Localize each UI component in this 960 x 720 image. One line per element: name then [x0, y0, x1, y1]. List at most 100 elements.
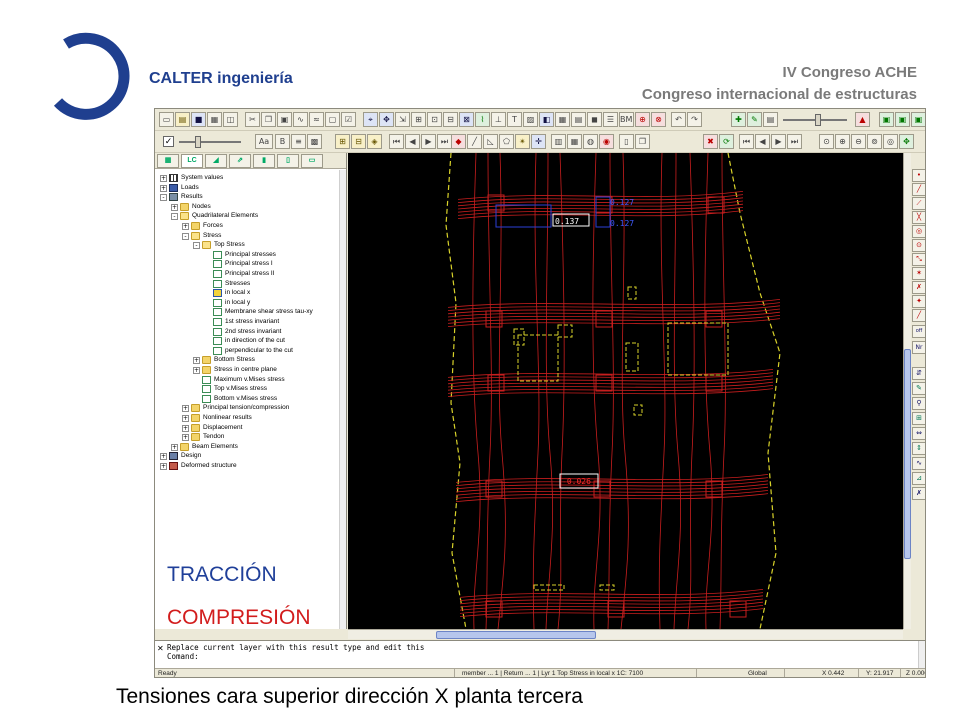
select-area-icon[interactable]: ◺: [483, 134, 498, 149]
slash-tool-icon[interactable]: ╱: [912, 309, 925, 322]
expand-icon[interactable]: +: [182, 405, 189, 413]
tool-color-icon[interactable]: ◧: [539, 112, 554, 127]
zoom-all-icon[interactable]: ⊚: [867, 134, 882, 149]
number-tool-icon[interactable]: Nr: [912, 341, 925, 354]
tool-node-icon[interactable]: ⊡: [427, 112, 442, 127]
last-icon[interactable]: ⏭: [437, 134, 452, 149]
move-tool-icon[interactable]: ⇵: [912, 367, 925, 380]
point-tool-icon[interactable]: •: [912, 169, 925, 182]
shade-icon[interactable]: ▥: [551, 134, 566, 149]
triangle-tool-icon[interactable]: ⊿: [912, 472, 925, 485]
dimension-tool-icon[interactable]: ⤡: [912, 253, 925, 266]
horizontal-scroll-thumb[interactable]: [436, 631, 596, 639]
line-style-icon[interactable]: ≡: [291, 134, 306, 149]
expand-icon[interactable]: +: [182, 415, 189, 422]
expand-icon[interactable]: +: [160, 453, 167, 461]
tool-result-1-icon[interactable]: ⊕: [635, 112, 650, 127]
save-icon[interactable]: ■: [191, 112, 206, 127]
frame-icon[interactable]: ▢: [325, 112, 340, 127]
command-prompt[interactable]: Comand:: [167, 652, 925, 661]
tab-page-icon[interactable]: ▯: [277, 154, 299, 168]
select-node-icon[interactable]: ◆: [451, 134, 466, 149]
wave-tool-icon[interactable]: ∿: [912, 457, 925, 470]
stretch-v-tool-icon[interactable]: ⇕: [912, 442, 925, 455]
tool-pan-icon[interactable]: ✥: [379, 112, 394, 127]
doc-copy-icon[interactable]: ❐: [635, 134, 650, 149]
line-tool-icon[interactable]: ╱: [912, 183, 925, 196]
expand-icon[interactable]: +: [182, 424, 189, 432]
drawing-canvas[interactable]: 0.127 0.137 0.127 -0.026: [348, 153, 903, 629]
prev-icon[interactable]: ◀: [405, 134, 420, 149]
pick-icon[interactable]: ✛: [531, 134, 546, 149]
tool-result-2-icon[interactable]: ⊗: [651, 112, 666, 127]
tool-hatch-icon[interactable]: ▨: [523, 112, 538, 127]
wave-alt-icon[interactable]: ≈: [309, 112, 324, 127]
zoom-in-icon[interactable]: ⊕: [835, 134, 850, 149]
tool-fill-icon[interactable]: ◼: [587, 112, 602, 127]
command-window[interactable]: ✕ Replace current layer with this result…: [155, 640, 925, 669]
expand-icon[interactable]: +: [193, 367, 200, 374]
window-3-icon[interactable]: ▣: [911, 112, 925, 127]
collapse-icon[interactable]: -: [160, 194, 167, 202]
layer-add-icon[interactable]: ✚: [731, 112, 746, 127]
redo-icon[interactable]: ↷: [687, 112, 702, 127]
font-button[interactable]: Aa: [255, 134, 273, 149]
preview-icon[interactable]: ◫: [223, 112, 238, 127]
grid-tool-icon[interactable]: ⊞: [912, 412, 925, 425]
bold-icon[interactable]: B: [275, 134, 290, 149]
tab-folder-icon[interactable]: ▭: [301, 154, 323, 168]
find-tool-icon[interactable]: ⚲: [912, 397, 925, 410]
pan-icon[interactable]: ✥: [899, 134, 914, 149]
nav-prev-icon[interactable]: ◀: [755, 134, 770, 149]
view-top-icon[interactable]: ⊞: [335, 134, 350, 149]
stretch-h-tool-icon[interactable]: ⇔: [912, 427, 925, 440]
layer-list-icon[interactable]: ▤: [763, 112, 778, 127]
star-tool-icon[interactable]: ✶: [912, 267, 925, 280]
select-poly-icon[interactable]: ⬠: [499, 134, 514, 149]
expand-icon[interactable]: +: [182, 223, 189, 230]
close-command-icon[interactable]: ✕: [157, 644, 164, 653]
contour-icon[interactable]: ◍: [583, 134, 598, 149]
print-icon[interactable]: ▦: [207, 112, 222, 127]
frame-check-icon[interactable]: ☑: [341, 112, 356, 127]
tool-spring-icon[interactable]: ⌇: [475, 112, 490, 127]
nav-first-icon[interactable]: ⏮: [739, 134, 754, 149]
window-1-icon[interactable]: ▣: [879, 112, 894, 127]
nav-next-icon[interactable]: ▶: [771, 134, 786, 149]
view-iso-icon[interactable]: ◈: [367, 134, 382, 149]
tab-grid-icon[interactable]: ▦: [157, 154, 179, 168]
snap-off-icon[interactable]: off: [912, 325, 925, 338]
tool-label-icon[interactable]: T: [507, 112, 522, 127]
collapse-icon[interactable]: -: [171, 213, 178, 221]
layer-visible-checkbox[interactable]: ✓: [163, 136, 174, 147]
tab-slope-icon[interactable]: ◢: [205, 154, 227, 168]
delete-icon[interactable]: ✖: [703, 134, 718, 149]
circle-tool-icon[interactable]: ◎: [912, 225, 925, 238]
wave-icon[interactable]: ∿: [293, 112, 308, 127]
open-file-icon[interactable]: ▤: [175, 112, 190, 127]
tab-export-icon[interactable]: ⇗: [229, 154, 251, 168]
copy-icon[interactable]: ❐: [261, 112, 276, 127]
cross-tool-icon[interactable]: ╳: [912, 211, 925, 224]
tree-scrollbar[interactable]: [339, 170, 346, 629]
fill-style-icon[interactable]: ▩: [307, 134, 322, 149]
stress-contour-plot[interactable]: 0.127 0.137 0.127 -0.026: [348, 153, 903, 629]
tool-measure-icon[interactable]: ⇲: [395, 112, 410, 127]
expand-icon[interactable]: +: [160, 175, 167, 182]
canvas-horizontal-scrollbar[interactable]: [348, 629, 903, 639]
tool-support-icon[interactable]: ⊥: [491, 112, 506, 127]
zoom-window-icon[interactable]: ⊙: [819, 134, 834, 149]
cut-icon[interactable]: ✂: [245, 112, 260, 127]
expand-icon[interactable]: +: [160, 463, 167, 470]
ring-tool-icon[interactable]: ⊙: [912, 239, 925, 252]
window-2-icon[interactable]: ▣: [895, 112, 910, 127]
vertical-scroll-thumb[interactable]: [904, 349, 911, 559]
transparency-slider-handle[interactable]: [195, 136, 201, 148]
first-icon[interactable]: ⏮: [389, 134, 404, 149]
polyline-tool-icon[interactable]: ⟋: [912, 197, 925, 210]
tool-grid-icon[interactable]: ▦: [555, 112, 570, 127]
nav-last-icon[interactable]: ⏭: [787, 134, 802, 149]
tool-beam-icon[interactable]: ⊟: [443, 112, 458, 127]
tool-table-icon[interactable]: ▤: [571, 112, 586, 127]
tool-select-icon[interactable]: ⌖: [363, 112, 378, 127]
